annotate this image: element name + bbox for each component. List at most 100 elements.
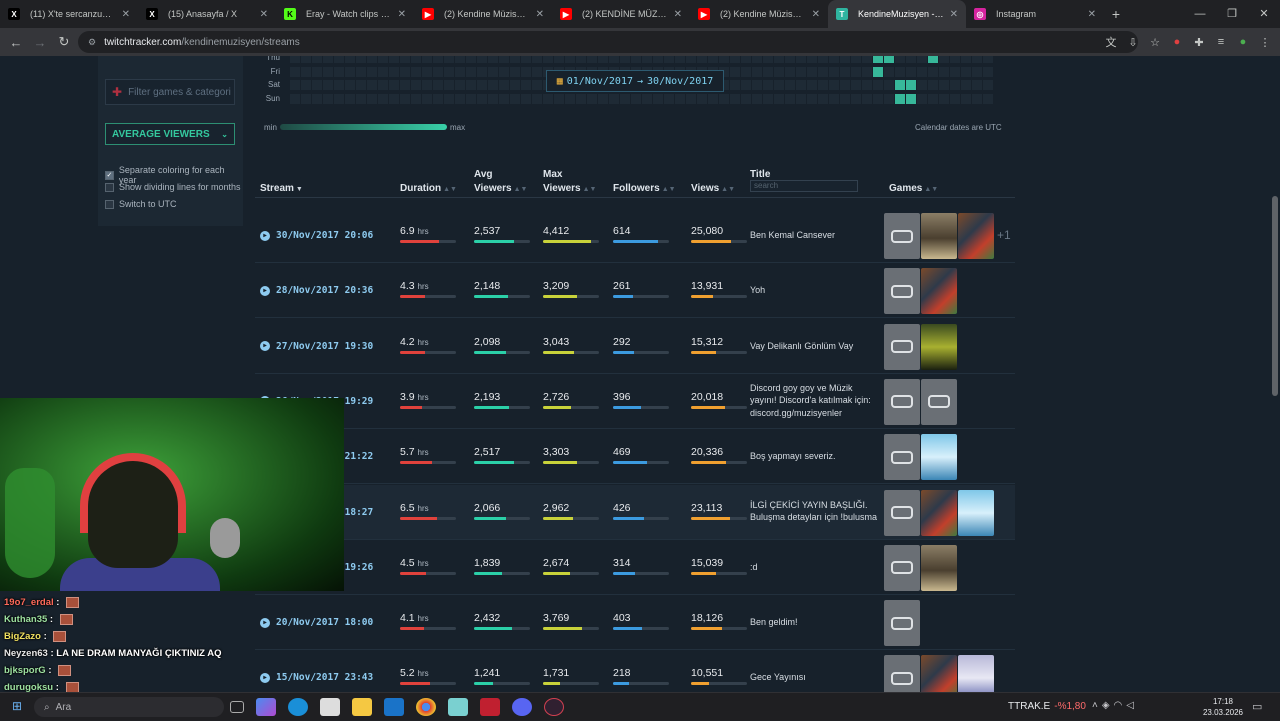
calendar-cell[interactable]	[389, 56, 399, 63]
header-duration[interactable]: Duration ▲▼	[400, 182, 457, 197]
calendar-cell[interactable]	[884, 80, 894, 90]
calendar-cell[interactable]	[642, 56, 652, 63]
calendar-cell[interactable]	[378, 93, 388, 104]
calendar-cell[interactable]	[433, 56, 443, 63]
calendar-cell[interactable]	[730, 80, 740, 90]
calendar-cell[interactable]	[719, 93, 729, 104]
calendar-cell[interactable]	[851, 80, 861, 90]
game-thumbnail[interactable]	[921, 434, 957, 481]
calendar-cell[interactable]	[389, 93, 399, 104]
table-row[interactable]: ▶ 28/Nov/2017 20:36 4.3 hrs 2,148 3,209 261 13…	[255, 263, 1015, 319]
video-editor-icon[interactable]	[480, 698, 500, 716]
calendar-cell[interactable]	[367, 56, 377, 63]
calendar-cell[interactable]	[345, 80, 355, 90]
calendar-cell[interactable]	[785, 80, 795, 90]
game-thumbnail[interactable]	[921, 489, 957, 536]
calendar-cell[interactable]	[455, 93, 465, 104]
calendar-cell[interactable]	[488, 66, 498, 77]
calendar-cell[interactable]	[367, 93, 377, 104]
translate-icon[interactable]: 文	[1104, 34, 1118, 50]
game-thumbnail[interactable]	[921, 378, 957, 425]
calendar-cell[interactable]	[576, 56, 586, 63]
bookmark-star-icon[interactable]: ☆	[1148, 36, 1162, 49]
calendar-cell[interactable]	[917, 56, 927, 63]
extensions-icon[interactable]: ✚	[1192, 36, 1206, 49]
calendar-cell[interactable]	[499, 80, 509, 90]
calendar-cell[interactable]	[763, 93, 773, 104]
table-row[interactable]: ▶ 27/Nov/2017 19:30 4.2 hrs 2,098 3,043 292 15…	[255, 319, 1015, 374]
calendar-cell[interactable]	[741, 80, 751, 90]
calendar-cell[interactable]	[840, 93, 850, 104]
table-row[interactable]: ▶26/Nov/2017 19:293.9 hrs2,1932,72639620…	[255, 374, 1015, 429]
calendar-cell[interactable]	[895, 66, 905, 77]
calendar-cell[interactable]	[532, 66, 542, 77]
calendar-cell[interactable]	[521, 56, 531, 63]
calendar-cell[interactable]	[367, 66, 377, 77]
game-thumbnail[interactable]	[884, 378, 920, 425]
calendar-cell[interactable]	[730, 66, 740, 77]
game-thumbnail[interactable]	[884, 600, 920, 647]
calendar-cell[interactable]	[862, 56, 872, 63]
calendar-cell[interactable]	[906, 56, 916, 63]
tab-close-icon[interactable]: ✕	[122, 9, 130, 20]
calendar-cell[interactable]	[796, 80, 806, 90]
calendar-cell[interactable]	[818, 56, 828, 63]
option-switch-utc[interactable]: Switch to UTC	[105, 199, 177, 209]
calendar-cell[interactable]	[411, 80, 421, 90]
game-thumbnail[interactable]	[921, 544, 957, 591]
calendar-cell[interactable]	[345, 93, 355, 104]
calendar-cell[interactable]	[675, 93, 685, 104]
calendar-cell[interactable]	[829, 56, 839, 63]
calendar-cell[interactable]	[862, 93, 872, 104]
calendar-cell[interactable]	[609, 56, 619, 63]
network-icon[interactable]: ◈	[1102, 700, 1114, 711]
calendar-cell[interactable]	[829, 66, 839, 77]
calendar-cell[interactable]	[686, 93, 696, 104]
calendar-cell[interactable]	[455, 56, 465, 63]
calendar-cell[interactable]	[411, 56, 421, 63]
calendar-cell[interactable]	[763, 56, 773, 63]
title-search-input[interactable]: search	[750, 180, 858, 192]
calendar-cell[interactable]	[719, 56, 729, 63]
calendar-cell[interactable]	[609, 93, 619, 104]
calendar-cell[interactable]	[917, 93, 927, 104]
calendar-cell[interactable]	[752, 56, 762, 63]
browser-tab[interactable]: ▶ (2) Kendine Müzisyen | Ta ✕	[690, 0, 828, 28]
calendar-cell[interactable]	[928, 80, 938, 90]
game-thumbnail[interactable]	[884, 544, 920, 591]
calendar-cell[interactable]	[851, 66, 861, 77]
browser-tab[interactable]: ▶ (2) KENDİNE MÜZİSYEN B ✕	[552, 0, 690, 28]
game-thumbnail[interactable]	[958, 655, 994, 692]
calendar-cell[interactable]	[939, 93, 949, 104]
calendar-cell[interactable]	[741, 66, 751, 77]
header-followers[interactable]: Followers ▲▼	[613, 182, 676, 197]
calendar-cell[interactable]	[587, 93, 597, 104]
game-thumbnail[interactable]	[921, 655, 957, 692]
calendar-cell[interactable]	[796, 93, 806, 104]
calendar-cell[interactable]	[730, 56, 740, 63]
calendar-cell[interactable]	[521, 80, 531, 90]
calendar-cell[interactable]	[301, 66, 311, 77]
calendar-cell[interactable]	[378, 66, 388, 77]
calendar-cell[interactable]	[873, 56, 883, 63]
calendar-cell[interactable]	[895, 93, 905, 104]
calendar-cell[interactable]	[488, 93, 498, 104]
calendar-cell[interactable]	[598, 93, 608, 104]
calendar-cell[interactable]	[840, 56, 850, 63]
calendar-cell[interactable]	[510, 93, 520, 104]
calendar-cell[interactable]	[741, 93, 751, 104]
menu-icon[interactable]: ⋮	[1258, 36, 1272, 49]
discord-icon[interactable]	[512, 698, 532, 716]
edge-icon[interactable]	[288, 698, 308, 716]
calendar-cell[interactable]	[444, 66, 454, 77]
calendar-cell[interactable]	[840, 80, 850, 90]
browser-tab[interactable]: ◎ Instagram ✕	[966, 0, 1104, 28]
profile-icon[interactable]: ●	[1236, 36, 1250, 48]
install-icon[interactable]: ⇩	[1126, 36, 1140, 49]
calendar-cell[interactable]	[345, 66, 355, 77]
calendar-cell[interactable]	[983, 93, 993, 104]
stream-link[interactable]: ▶ 28/Nov/2017 20:36	[260, 263, 373, 318]
calendar-cell[interactable]	[400, 56, 410, 63]
notification-icon[interactable]: ▭	[1252, 700, 1262, 713]
calendar-cell[interactable]	[752, 66, 762, 77]
